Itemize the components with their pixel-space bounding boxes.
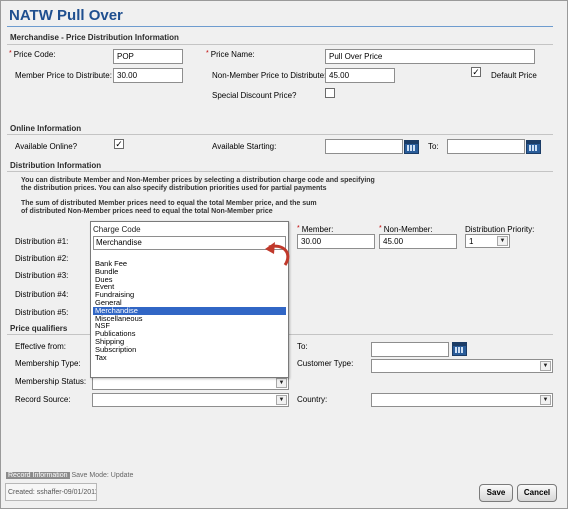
curved-arrow-icon	[265, 242, 290, 266]
created-info: Created: sshaffer-09/01/2011	[5, 483, 97, 501]
charge-code-dropdown: Charge Code Merchandise Bank Fee Bundle …	[90, 221, 289, 378]
price-editor-window: NATW Pull Over Merchandise - Price Distr…	[0, 0, 568, 509]
membership-status-label: Membership Status:	[15, 377, 87, 386]
distribution-info-1: You can distribute Member and Non-Member…	[21, 177, 375, 192]
distribution-1-member-input[interactable]: 30.00	[297, 234, 375, 249]
option-bank-fee[interactable]: Bank Fee	[93, 260, 286, 268]
default-price-label: Default Price	[491, 71, 537, 80]
divider	[7, 171, 553, 172]
chevron-down-icon[interactable]: ▼	[497, 236, 508, 246]
cancel-button[interactable]: Cancel	[517, 484, 557, 502]
price-name-label: * Price Name:	[206, 50, 255, 59]
charge-code-options: Bank Fee Bundle Dues Event Fundraising G…	[93, 260, 286, 361]
distribution-info-2: The sum of distributed Member prices nee…	[21, 200, 317, 215]
priority-value: 1	[469, 237, 474, 246]
charge-code-select[interactable]: Merchandise	[93, 236, 286, 250]
option-dues[interactable]: Dues	[93, 275, 286, 284]
distribution-4-label: Distribution #4:	[15, 290, 69, 299]
effective-to-input[interactable]	[371, 342, 449, 357]
nonmember-header: * Non-Member:	[379, 225, 433, 234]
calendar-icon[interactable]	[526, 140, 541, 154]
section-qualifiers: Price qualifiers	[10, 324, 68, 333]
save-mode: Save Mode: Update	[71, 472, 134, 479]
option-miscellaneous[interactable]: Miscellaneous	[93, 314, 286, 323]
special-discount-label: Special Discount Price?	[212, 91, 297, 100]
distribution-1-priority-select[interactable]: 1 ▼	[465, 234, 510, 248]
nonmember-price-input[interactable]: 45.00	[325, 68, 395, 83]
member-price-input[interactable]: 30.00	[113, 68, 183, 83]
customer-type-select[interactable]: ▼	[371, 359, 553, 373]
charge-code-header: Charge Code	[93, 225, 141, 234]
option-tax[interactable]: Tax	[93, 353, 286, 362]
divider	[7, 134, 553, 135]
nonmember-price-label: Non-Member Price to Distribute:	[212, 71, 327, 80]
divider	[7, 44, 553, 45]
distribution-5-label: Distribution #5:	[15, 308, 69, 317]
calendar-icon[interactable]	[452, 342, 467, 356]
window-title: NATW Pull Over	[9, 7, 123, 24]
option-bundle[interactable]: Bundle	[93, 267, 286, 276]
chevron-down-icon[interactable]: ▼	[540, 361, 551, 371]
member-price-label: Member Price to Distribute:	[15, 71, 112, 80]
available-starting-label: Available Starting:	[212, 142, 277, 151]
title-divider	[7, 26, 553, 27]
distribution-1-nonmember-input[interactable]: 45.00	[379, 234, 457, 249]
special-discount-checkbox[interactable]	[325, 88, 335, 98]
section-pricing: Merchandise - Price Distribution Informa…	[10, 33, 179, 42]
distribution-2-label: Distribution #2:	[15, 254, 69, 263]
effective-to-label: To:	[297, 342, 308, 351]
distribution-1-label: Distribution #1:	[15, 237, 69, 246]
country-select[interactable]: ▼	[371, 393, 553, 407]
price-name-input[interactable]: Pull Over Price	[325, 49, 535, 64]
chevron-down-icon[interactable]: ▼	[540, 395, 551, 405]
chevron-down-icon[interactable]: ▼	[276, 395, 287, 405]
record-info-tab[interactable]: Record Information	[6, 472, 70, 479]
chevron-down-icon[interactable]: ▼	[276, 378, 287, 388]
default-price-checkbox[interactable]: ✓	[471, 67, 481, 77]
price-code-label: * Price Code:	[9, 50, 56, 59]
save-button[interactable]: Save	[479, 484, 513, 502]
section-online: Online Information	[10, 124, 82, 133]
membership-status-select[interactable]: ▼	[92, 376, 289, 390]
available-to-input[interactable]	[447, 139, 525, 154]
available-to-label: To:	[428, 142, 439, 151]
calendar-icon[interactable]	[404, 140, 419, 154]
record-source-select[interactable]: ▼	[92, 393, 289, 407]
member-header: * Member:	[297, 225, 334, 234]
price-code-input[interactable]: POP	[113, 49, 183, 64]
section-distribution: Distribution Information	[10, 161, 102, 170]
option-subscription[interactable]: Subscription	[93, 345, 286, 354]
available-starting-input[interactable]	[325, 139, 403, 154]
priority-header: Distribution Priority:	[465, 225, 535, 234]
status-bar: Record Information Save Mode: Update	[6, 472, 133, 479]
customer-type-label: Customer Type:	[297, 359, 354, 368]
membership-type-label: Membership Type:	[15, 359, 81, 368]
available-online-label: Available Online?	[15, 142, 78, 151]
available-online-checkbox[interactable]: ✓	[114, 139, 124, 149]
record-source-label: Record Source:	[15, 395, 71, 404]
distribution-3-label: Distribution #3:	[15, 271, 69, 280]
country-label: Country:	[297, 395, 328, 404]
effective-from-label: Effective from:	[15, 342, 66, 351]
